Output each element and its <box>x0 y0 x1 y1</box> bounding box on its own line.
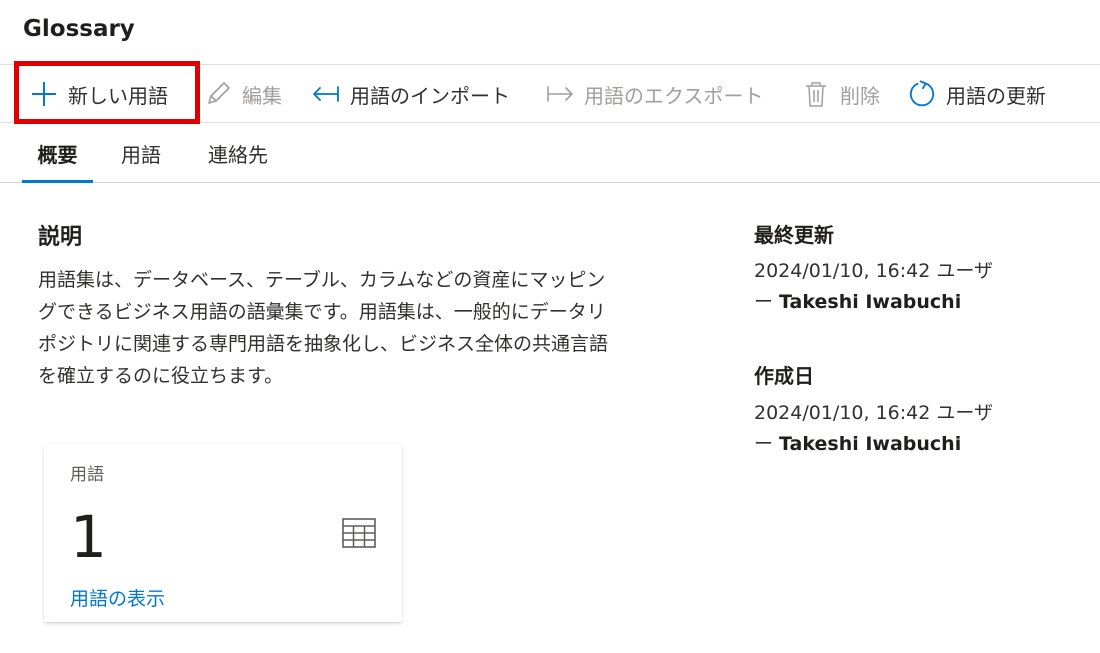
tab-contacts[interactable]: 連絡先 <box>192 124 284 182</box>
description-line: グできるビジネス用語の語彙集です。用語集は、一般的にデータリ <box>38 301 606 323</box>
last-updated-heading: 最終更新 <box>754 223 834 247</box>
table-icon <box>342 518 376 552</box>
description-line: を確立するのに役立ちます。 <box>38 365 284 387</box>
view-terms-link[interactable]: 用語の表示 <box>70 584 165 611</box>
last-updated-line: 2024/01/10, 16:42 ユーザ <box>754 260 994 282</box>
delete-button[interactable]: 削除 <box>802 65 880 123</box>
import-arrow-icon <box>312 80 340 108</box>
refresh-icon <box>908 80 936 108</box>
import-terms-label: 用語のインポート <box>350 83 510 108</box>
edit-label: 編集 <box>242 83 282 108</box>
description-line: 用語集は、データベース、テーブル、カラムなどの資産にマッピン <box>38 269 606 291</box>
command-bar: 新しい用語 編集 用語のインポート 用語のエクスポート 削除 用語の更新 <box>0 64 1100 123</box>
tab-terms[interactable]: 用語 <box>106 124 176 182</box>
term-count: 1 <box>70 503 107 571</box>
terms-count-card: 用語 1 用語の表示 <box>44 444 402 622</box>
glossary-page: Glossary 新しい用語 編集 用語のインポート 用語のエクスポート 削除 … <box>0 0 1100 653</box>
new-term-button[interactable]: 新しい用語 <box>30 65 168 123</box>
last-updated-info: 2024/01/10, 16:42 ユーザ ー Takeshi Iwabuchi <box>754 256 1054 318</box>
created-dash: ー <box>754 433 780 455</box>
plus-icon <box>30 80 58 108</box>
created-line: 2024/01/10, 16:42 ユーザ <box>754 402 994 424</box>
created-info: 2024/01/10, 16:42 ユーザ ー Takeshi Iwabuchi <box>754 398 1054 460</box>
export-terms-label: 用語のエクスポート <box>584 83 764 108</box>
created-user: Takeshi Iwabuchi <box>779 433 962 455</box>
tab-bar: 概要 用語 連絡先 <box>0 124 1100 183</box>
created-heading: 作成日 <box>754 364 814 388</box>
description-heading: 説明 <box>38 225 83 250</box>
card-label: 用語 <box>70 465 104 485</box>
pencil-icon <box>204 80 232 108</box>
delete-label: 削除 <box>840 83 880 108</box>
last-updated-dash: ー <box>754 291 780 313</box>
refresh-terms-label: 用語の更新 <box>946 83 1046 108</box>
export-arrow-icon <box>546 80 574 108</box>
description-text: 用語集は、データベース、テーブル、カラムなどの資産にマッピン グできるビジネス用… <box>38 264 678 392</box>
refresh-terms-button[interactable]: 用語の更新 <box>908 65 1046 123</box>
last-updated-user: Takeshi Iwabuchi <box>779 291 962 313</box>
export-terms-button[interactable]: 用語のエクスポート <box>546 65 763 123</box>
edit-button[interactable]: 編集 <box>204 65 282 123</box>
page-title: Glossary <box>23 16 135 42</box>
import-terms-button[interactable]: 用語のインポート <box>312 65 510 123</box>
new-term-label: 新しい用語 <box>68 83 168 108</box>
tab-overview[interactable]: 概要 <box>22 124 93 183</box>
trash-icon <box>802 80 830 108</box>
description-line: ポジトリに関連する専門用語を抽象化し、ビジネス全体の共通言語 <box>38 333 609 355</box>
